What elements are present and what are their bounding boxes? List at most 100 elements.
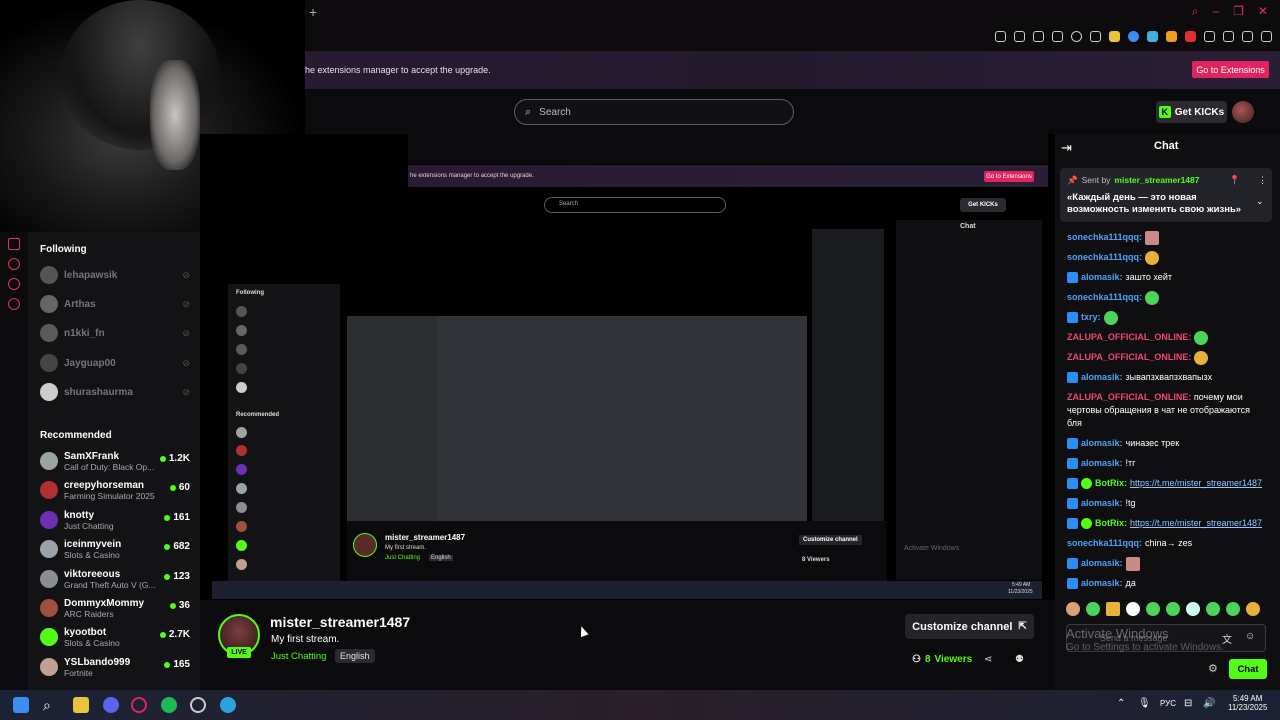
chat-user[interactable]: txry:: [1081, 311, 1101, 324]
puzzle-icon[interactable]: [1204, 31, 1215, 42]
search-icon[interactable]: ⌕: [43, 697, 59, 713]
browse-icon[interactable]: [8, 238, 20, 250]
chat-user[interactable]: BotRix:: [1095, 517, 1127, 530]
chat-user[interactable]: alomasik:: [1081, 497, 1123, 510]
emote[interactable]: [1166, 602, 1180, 616]
discord-icon[interactable]: [103, 697, 119, 713]
emoji-icon[interactable]: ☺: [1245, 631, 1255, 642]
following-icon[interactable]: [8, 258, 20, 270]
emote[interactable]: [1066, 602, 1080, 616]
chat-user[interactable]: sonechka111qqq:: [1067, 251, 1142, 264]
emote[interactable]: [1146, 602, 1160, 616]
collapse-chat-icon[interactable]: ⇥: [1061, 140, 1072, 156]
settings-icon[interactable]: [8, 298, 20, 310]
chat-user[interactable]: ZALUPA_OFFICIAL_ONLINE:: [1067, 351, 1191, 364]
clock[interactable]: 5:49 AM 11/23/2025: [1228, 694, 1267, 712]
tray-chevron-icon[interactable]: ⌃: [1117, 698, 1125, 709]
menu-icon[interactable]: [1261, 31, 1272, 42]
extension-orange-icon[interactable]: [1166, 31, 1177, 42]
go-to-extensions-button[interactable]: Go to Extensions: [1192, 61, 1269, 78]
steam-icon[interactable]: [190, 697, 206, 713]
volume-icon[interactable]: 🔊: [1203, 698, 1215, 709]
follow-icon[interactable]: ⚉: [1015, 654, 1024, 665]
chat-user[interactable]: alomasik:: [1081, 577, 1123, 590]
spotify-icon[interactable]: [161, 697, 177, 713]
emote[interactable]: [1206, 602, 1220, 616]
get-kicks-button[interactable]: K Get KICKs: [1156, 101, 1227, 123]
following-item[interactable]: n1kki_fn ⊘: [40, 322, 190, 344]
microphone-icon[interactable]: 🎙: [1138, 698, 1151, 709]
following-item[interactable]: Jayguap00 ⊘: [40, 352, 190, 374]
chat-link[interactable]: https://t.me/mister_streamer1487: [1130, 517, 1262, 530]
extension-blue-icon[interactable]: [1128, 31, 1139, 42]
share-icon[interactable]: [1223, 31, 1234, 42]
following-item[interactable]: Arthas ⊘: [40, 293, 190, 315]
messages-icon[interactable]: [8, 278, 20, 290]
chat-user[interactable]: sonechka111qqq:: [1067, 537, 1142, 550]
minimize-icon[interactable]: –: [1212, 4, 1219, 19]
telegram-icon[interactable]: [220, 697, 236, 713]
chat-user[interactable]: ZALUPA_OFFICIAL_ONLINE:: [1067, 331, 1191, 344]
recommended-item[interactable]: knotty Just Chatting 161: [40, 509, 190, 531]
chat-send-button[interactable]: Chat: [1229, 659, 1267, 679]
chat-user[interactable]: alomasik:: [1081, 271, 1123, 284]
chat-user[interactable]: alomasik:: [1081, 457, 1123, 470]
recommended-item[interactable]: YSLbando999 Fortnite 165: [40, 656, 190, 678]
emote[interactable]: [1226, 602, 1240, 616]
chat-user[interactable]: alomasik:: [1081, 437, 1123, 450]
recommended-item[interactable]: viktoreeous Grand Theft Auto V (G... 123: [40, 568, 190, 590]
user-avatar[interactable]: [1232, 101, 1254, 123]
more-icon[interactable]: ⋮: [1258, 175, 1267, 186]
cube-icon[interactable]: [1090, 31, 1101, 42]
recommended-item[interactable]: kyootbot Slots & Casino 2.7K: [40, 626, 190, 648]
extension-yellow-icon[interactable]: [1109, 31, 1120, 42]
screenshot-icon[interactable]: [1014, 31, 1025, 42]
chat-user[interactable]: alomasik:: [1081, 371, 1123, 384]
recommended-item[interactable]: creepyhorseman Farming Simulator 2025 60: [40, 479, 190, 501]
new-tab-icon[interactable]: +: [309, 4, 317, 20]
chat-user[interactable]: ZALUPA_OFFICIAL_ONLINE:: [1067, 392, 1191, 402]
download-icon[interactable]: [1242, 31, 1253, 42]
maximize-icon[interactable]: ❐: [1233, 4, 1244, 19]
language-indicator[interactable]: РУС: [1160, 699, 1176, 708]
following-item[interactable]: lehapawsik ⊘: [40, 264, 190, 286]
file-explorer-icon[interactable]: [73, 697, 89, 713]
avatar: [40, 570, 58, 588]
shield-icon[interactable]: [1033, 31, 1044, 42]
pinned-user[interactable]: mister_streamer1487: [1114, 175, 1199, 186]
search-icon[interactable]: ⌕: [1192, 4, 1199, 19]
emote[interactable]: [1086, 602, 1100, 616]
stream-category[interactable]: Just Chatting: [271, 651, 326, 662]
emote[interactable]: [1186, 602, 1200, 616]
gear-icon[interactable]: ⚙: [1208, 662, 1218, 675]
opera-icon[interactable]: [131, 697, 147, 713]
chat-link[interactable]: https://t.me/mister_streamer1487: [1130, 477, 1262, 490]
extension-red-icon[interactable]: [1185, 31, 1196, 42]
following-item[interactable]: shurashaurma ⊘: [40, 381, 190, 403]
network-icon[interactable]: ⊟: [1184, 698, 1192, 709]
chat-user[interactable]: BotRix:: [1095, 477, 1127, 490]
recommended-item[interactable]: SamXFrank Call of Duty: Black Op... 1.2K: [40, 450, 190, 472]
streamer-name[interactable]: mister_streamer1487: [270, 614, 410, 630]
windows-start-icon[interactable]: [13, 697, 29, 713]
share-icon[interactable]: ⋖: [984, 654, 992, 665]
translate-icon[interactable]: 文: [1222, 631, 1232, 646]
bookmark-icon[interactable]: [995, 31, 1006, 42]
chat-user[interactable]: sonechka111qqq:: [1067, 231, 1142, 244]
chat-user[interactable]: alomasik:: [1081, 557, 1123, 570]
recommended-item[interactable]: DommyxMommy ARC Raiders 36: [40, 597, 190, 619]
customize-channel-button[interactable]: Customize channel ⇱: [905, 614, 1034, 639]
unpin-icon[interactable]: 📍: [1229, 175, 1240, 186]
chat-user[interactable]: sonechka111qqq:: [1067, 291, 1142, 304]
chevron-down-icon[interactable]: ⌄: [1256, 196, 1264, 207]
search-input[interactable]: ⌕ Search: [514, 99, 794, 125]
recommended-item[interactable]: iceinmyvein Slots & Casino 682: [40, 538, 190, 560]
heart-icon[interactable]: [1071, 31, 1082, 42]
emote[interactable]: [1246, 602, 1260, 616]
extension-cyan-icon[interactable]: [1147, 31, 1158, 42]
flow-icon[interactable]: [1052, 31, 1063, 42]
language-tag[interactable]: English: [335, 649, 375, 663]
emote[interactable]: [1106, 602, 1120, 616]
emote[interactable]: [1126, 602, 1140, 616]
close-icon[interactable]: ✕: [1258, 4, 1268, 19]
